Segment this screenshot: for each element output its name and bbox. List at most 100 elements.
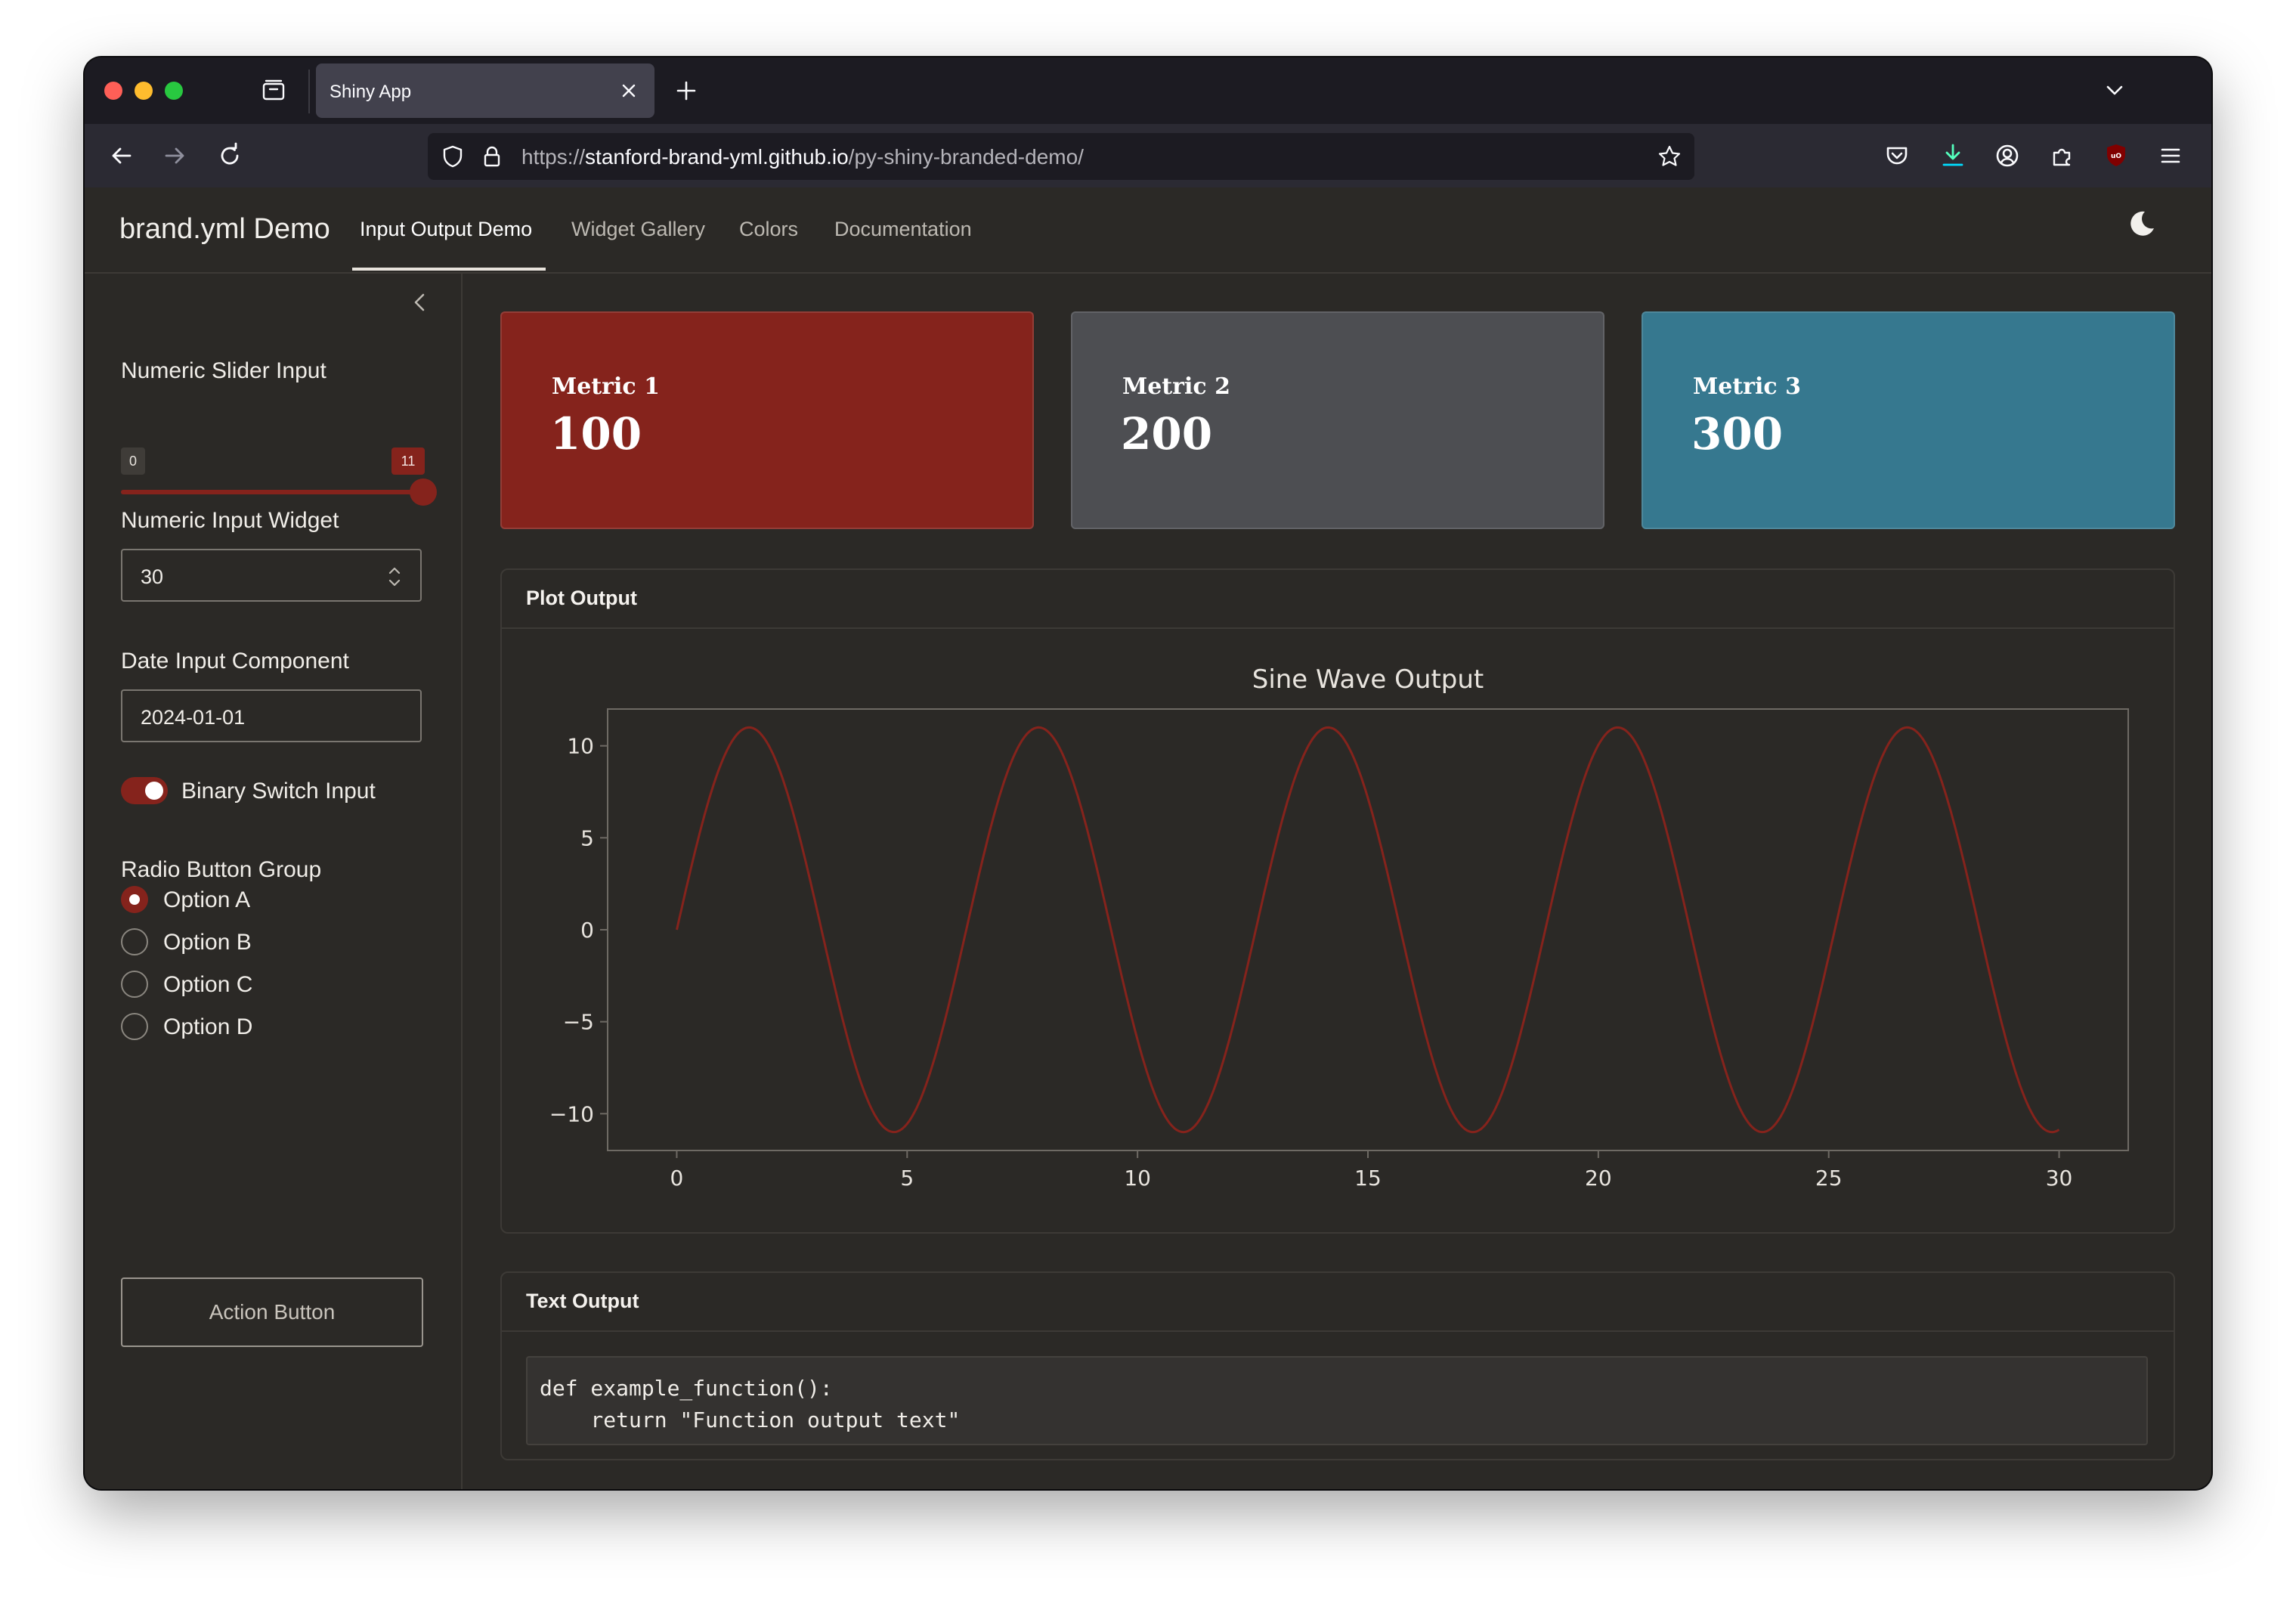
radio-label: Option A xyxy=(163,887,251,912)
code-line: return "Function output text" xyxy=(540,1407,961,1432)
back-arrow-icon[interactable] xyxy=(104,139,138,172)
switch-label: Binary Switch Input xyxy=(181,779,376,804)
slider-fill xyxy=(121,490,423,494)
plot-card: Plot Output Sine Wave Output 10 5 0 −5 −10 0… xyxy=(500,568,2175,1234)
plot-card-header: Plot Output xyxy=(502,570,2174,629)
radio-label: Option C xyxy=(163,972,253,997)
y-axis: 10 5 0 −5 −10 xyxy=(549,734,608,1126)
y-tick-label: 0 xyxy=(580,918,594,943)
x-tick-label: 20 xyxy=(1585,1166,1612,1191)
code-line: def example_function(): xyxy=(540,1376,833,1401)
active-tab-indicator xyxy=(352,268,546,271)
tab-divider xyxy=(308,70,310,113)
metric-value: 300 xyxy=(1691,408,1784,460)
chart-title: Sine Wave Output xyxy=(1252,664,1484,695)
text-card-header: Text Output xyxy=(502,1273,2174,1332)
chevron-left-icon[interactable] xyxy=(405,287,435,317)
sine-wave-chart: Sine Wave Output 10 5 0 −5 −10 0 5 10 15 20 25 30 xyxy=(549,664,2129,1191)
date-input-field[interactable]: 2024-01-01 xyxy=(121,689,422,742)
url-host: stanford-brand-yml.github.io xyxy=(585,145,849,169)
slider-label: Numeric Slider Input xyxy=(121,358,326,383)
new-tab-icon[interactable] xyxy=(671,76,701,106)
y-tick-label: −5 xyxy=(563,1010,594,1035)
numeric-input-label: Numeric Input Widget xyxy=(121,508,339,533)
tab-bar: Shiny App xyxy=(85,57,2211,124)
metric-title: Metric 3 xyxy=(1693,373,1801,400)
url-scheme: https:// xyxy=(521,145,586,169)
close-tab-icon[interactable] xyxy=(615,77,642,104)
y-tick-label: −10 xyxy=(549,1101,594,1126)
metric-title: Metric 2 xyxy=(1122,373,1230,400)
sine-series-line xyxy=(676,726,2060,1134)
pocket-icon[interactable] xyxy=(1880,139,1914,172)
radio-button[interactable] xyxy=(121,886,148,913)
app-navbar: brand.yml Demo Input Output Demo Widget … xyxy=(85,187,2211,274)
tab-documentation[interactable]: Documentation xyxy=(834,218,972,241)
slider-value-badge: 11 xyxy=(391,447,425,475)
x-tick-label: 15 xyxy=(1354,1166,1382,1191)
text-output-card: Text Output def example_function(): retu… xyxy=(500,1271,2175,1460)
main-content: Metric 1 100 Metric 2 200 Metric 3 300 P… xyxy=(463,274,2211,1489)
radio-label: Option D xyxy=(163,1014,253,1039)
y-tick-label: 10 xyxy=(567,734,594,759)
shield-icon[interactable] xyxy=(438,142,467,171)
date-input-label: Date Input Component xyxy=(121,649,349,674)
slider-min-badge: 0 xyxy=(121,447,145,475)
numeric-input-value: 30 xyxy=(141,565,164,588)
browser-tab[interactable]: Shiny App xyxy=(316,63,654,118)
x-tick-label: 5 xyxy=(900,1166,914,1191)
numeric-input-field[interactable]: 30 xyxy=(121,549,422,602)
tab-title: Shiny App xyxy=(330,82,412,102)
menu-icon[interactable] xyxy=(2154,139,2187,172)
action-button[interactable]: Action Button xyxy=(121,1277,423,1347)
tab-widget-gallery[interactable]: Widget Gallery xyxy=(571,218,705,241)
binary-switch[interactable] xyxy=(121,777,168,804)
url-path: /py-shiny-branded-demo/ xyxy=(848,145,1084,169)
x-tick-label: 30 xyxy=(2046,1166,2073,1191)
tab-colors[interactable]: Colors xyxy=(739,218,798,241)
ublock-origin-icon[interactable]: uO xyxy=(2100,139,2133,172)
x-tick-label: 10 xyxy=(1124,1166,1151,1191)
radio-group-label: Radio Button Group xyxy=(121,857,322,882)
date-input-value: 2024-01-01 xyxy=(141,706,246,729)
metric-card-3: Metric 3 300 xyxy=(1642,311,2175,529)
radio-button[interactable] xyxy=(121,928,148,955)
y-tick-label: 5 xyxy=(580,825,594,850)
maximize-window-button[interactable] xyxy=(165,82,183,100)
metric-value: 200 xyxy=(1121,408,1213,460)
account-icon[interactable] xyxy=(1991,139,2024,172)
switch-knob xyxy=(145,782,163,800)
tab-overview-icon[interactable] xyxy=(260,77,287,104)
tab-input-output-demo[interactable]: Input Output Demo xyxy=(360,218,532,241)
minimize-window-button[interactable] xyxy=(135,82,153,100)
radio-button[interactable] xyxy=(121,971,148,998)
radio-label: Option B xyxy=(163,930,252,955)
metric-card-2: Metric 2 200 xyxy=(1071,311,1604,529)
chevron-down-icon[interactable] xyxy=(2101,77,2128,104)
metric-card-1: Metric 1 100 xyxy=(500,311,1034,529)
brand-title[interactable]: brand.yml Demo xyxy=(119,213,330,246)
app-page: brand.yml Demo Input Output Demo Widget … xyxy=(85,187,2211,1489)
download-icon[interactable] xyxy=(1936,139,1970,172)
navigation-toolbar: https://stanford-brand-yml.github.io/py-… xyxy=(85,124,2211,187)
forward-arrow-icon[interactable] xyxy=(159,139,192,172)
x-axis: 0 5 10 15 20 25 30 xyxy=(670,1150,2073,1191)
moon-icon[interactable] xyxy=(2124,206,2160,242)
close-window-button[interactable] xyxy=(104,82,122,100)
browser-window: Shiny App https://stanford-brand-yml.git… xyxy=(85,57,2211,1489)
x-tick-label: 0 xyxy=(670,1166,684,1191)
radio-button[interactable] xyxy=(121,1013,148,1040)
slider-handle[interactable] xyxy=(410,478,437,506)
svg-text:uO: uO xyxy=(2111,153,2121,160)
metric-value: 100 xyxy=(550,408,642,460)
address-bar[interactable]: https://stanford-brand-yml.github.io/py-… xyxy=(428,133,1694,180)
bookmark-star-icon[interactable] xyxy=(1655,142,1684,171)
reload-icon[interactable] xyxy=(213,139,246,172)
url-text: https://stanford-brand-yml.github.io/py-… xyxy=(521,145,1084,169)
metric-title: Metric 1 xyxy=(552,373,660,400)
lock-icon[interactable] xyxy=(478,142,506,171)
plot-area xyxy=(607,708,2129,1151)
extensions-icon[interactable] xyxy=(2045,139,2078,172)
slider-track[interactable] xyxy=(121,478,437,506)
stepper-arrows-icon[interactable] xyxy=(385,564,404,590)
